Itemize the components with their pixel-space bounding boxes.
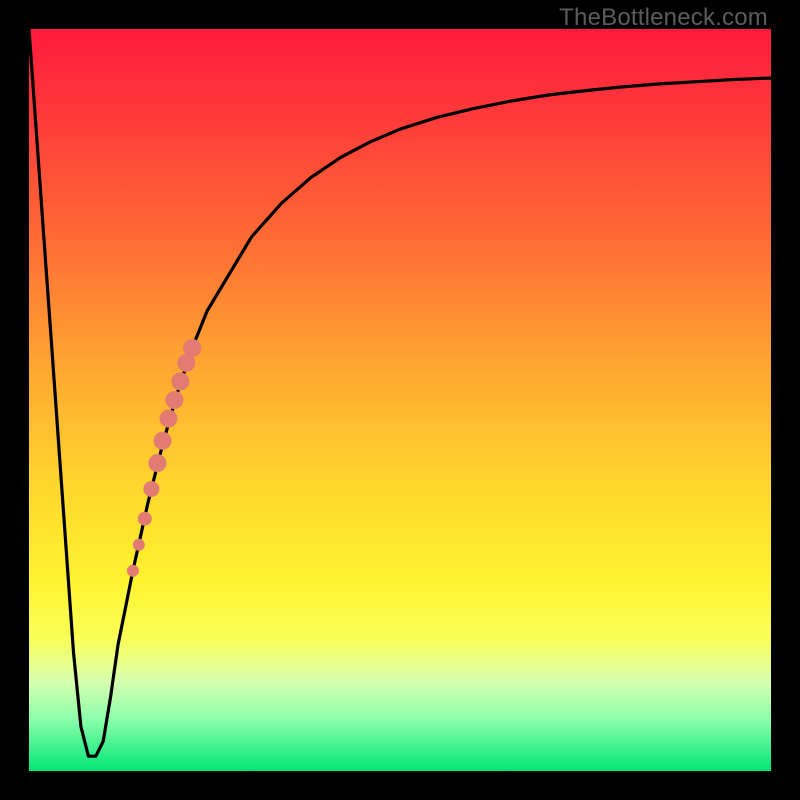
highlight-dot — [148, 454, 166, 472]
highlighted-points — [127, 339, 201, 577]
highlight-dot — [154, 432, 172, 450]
highlight-dot — [127, 565, 139, 577]
highlight-dot — [171, 372, 189, 390]
highlight-dot — [165, 391, 183, 409]
highlight-dot — [160, 410, 178, 428]
highlight-dot — [183, 339, 201, 357]
highlight-dot — [143, 481, 159, 497]
highlight-dot — [133, 539, 145, 551]
highlight-dot — [138, 512, 152, 526]
watermark-text: TheBottleneck.com — [559, 4, 768, 32]
chart-overlay — [29, 29, 771, 771]
chart-stage: TheBottleneck.com — [0, 0, 800, 800]
bottleneck-curve — [29, 29, 771, 756]
